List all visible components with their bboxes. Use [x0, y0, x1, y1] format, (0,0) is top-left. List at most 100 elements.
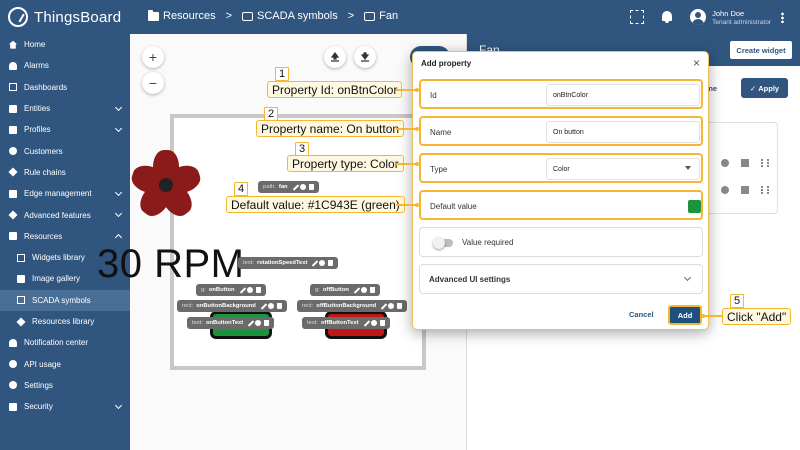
- name-field: Name On button: [419, 116, 703, 146]
- app-logo[interactable]: ThingsBoard: [0, 7, 130, 27]
- sidebar-item-advanced-features[interactable]: Advanced features: [0, 204, 130, 225]
- zoom-out-button[interactable]: −: [142, 72, 164, 94]
- sidebar-item-security[interactable]: Security: [0, 396, 130, 417]
- sidebar-item-label: Profiles: [24, 125, 51, 135]
- name-input[interactable]: On button: [546, 121, 700, 143]
- add-button[interactable]: Add: [668, 305, 702, 325]
- element-chip-text-off-button[interactable]: text: offButtonText: [302, 317, 390, 329]
- breadcrumb-label: SCADA symbols: [257, 10, 338, 22]
- trash-icon[interactable]: [328, 260, 334, 266]
- sidebar-item-home[interactable]: Home: [0, 34, 130, 55]
- color-swatch[interactable]: [688, 200, 701, 213]
- id-input[interactable]: onBtnColor: [546, 84, 700, 106]
- edit-icon[interactable]: [312, 259, 319, 267]
- element-chip-rect-off-background[interactable]: rect: offButtonBackground: [297, 300, 408, 312]
- dropdown-arrow-icon[interactable]: [685, 166, 691, 170]
- breadcrumb-fan: Fan: [364, 10, 398, 22]
- chip-kind: g:: [201, 287, 206, 293]
- callout-step-2: Property name: On button: [256, 120, 405, 137]
- gear-icon[interactable]: [388, 303, 395, 309]
- gear-icon[interactable]: [246, 287, 253, 293]
- trash-icon[interactable]: [308, 184, 314, 190]
- trash-icon[interactable]: [741, 159, 749, 167]
- edit-icon[interactable]: [353, 286, 361, 294]
- chip-kind: rect:: [182, 303, 194, 309]
- element-chip-g-off-button[interactable]: g: offButton: [310, 284, 380, 296]
- advanced-icon: [8, 210, 18, 220]
- user-info[interactable]: John Doe Tenant administrator: [712, 9, 771, 26]
- edit-icon[interactable]: [363, 319, 370, 327]
- sidebar-item-scada-symbols[interactable]: SCADA symbols: [0, 289, 130, 311]
- apply-button[interactable]: ✓ Apply: [741, 78, 788, 98]
- download-button[interactable]: [354, 46, 376, 68]
- breadcrumb-label: Resources: [163, 10, 216, 22]
- sidebar-item-entities[interactable]: Entities: [0, 98, 130, 119]
- step-number: 5: [730, 294, 744, 308]
- gear-icon[interactable]: [255, 320, 262, 326]
- sidebar-item-edge-management[interactable]: Edge management: [0, 183, 130, 204]
- gear-icon[interactable]: [721, 159, 729, 167]
- step-number: 3: [295, 142, 309, 156]
- element-chip-rect-on-background[interactable]: rect: onButtonBackground: [177, 300, 287, 312]
- type-select[interactable]: Color: [546, 158, 700, 180]
- gear-icon[interactable]: [360, 287, 367, 293]
- drag-handle-icon[interactable]: [761, 159, 769, 167]
- cancel-button[interactable]: Cancel: [629, 310, 654, 319]
- value-required-toggle[interactable]: [433, 237, 453, 249]
- sidebar-item-alarms[interactable]: Alarms: [0, 55, 130, 76]
- sidebar-item-resources-library[interactable]: Resources library: [0, 311, 130, 332]
- sidebar-item-api-usage[interactable]: API usage: [0, 353, 130, 374]
- sidebar-item-customers[interactable]: Customers: [0, 140, 130, 161]
- trash-icon[interactable]: [397, 303, 403, 309]
- zoom-in-button[interactable]: +: [142, 46, 164, 68]
- advanced-ui-settings[interactable]: Advanced UI settings: [419, 264, 703, 294]
- sidebar-item-notification-center[interactable]: Notification center: [0, 332, 130, 353]
- top-bar: ThingsBoard Resources > SCADA symbols > …: [0, 0, 800, 34]
- fullscreen-icon[interactable]: [630, 10, 645, 24]
- gear-icon[interactable]: [721, 186, 729, 194]
- step-number: 1: [275, 67, 289, 81]
- gear-icon[interactable]: [319, 260, 326, 266]
- drag-handle-icon[interactable]: [761, 186, 769, 194]
- chip-kind: rect:: [302, 303, 314, 309]
- profiles-icon: [9, 125, 17, 134]
- gear-icon[interactable]: [267, 303, 274, 309]
- callout-step-5: Click "Add": [722, 308, 792, 325]
- notifications-bell-icon[interactable]: [660, 10, 674, 24]
- user-avatar-icon[interactable]: [690, 9, 707, 25]
- sidebar-item-dashboards[interactable]: Dashboards: [0, 77, 130, 98]
- breadcrumb-scada-symbols[interactable]: SCADA symbols: [242, 10, 338, 22]
- breadcrumb-resources[interactable]: Resources: [148, 9, 216, 22]
- fan-graphic[interactable]: [128, 150, 204, 221]
- element-chip-g-on-button[interactable]: g: onButton: [196, 284, 266, 296]
- edit-icon[interactable]: [260, 302, 268, 310]
- callout-step-1: Property Id: onBtnColor: [267, 81, 403, 98]
- create-widget-button[interactable]: Create widget: [729, 40, 793, 60]
- edit-icon[interactable]: [381, 302, 388, 310]
- callout-step-4: Default value: #1C943E (green): [226, 196, 405, 213]
- widgets-icon: [17, 253, 25, 262]
- element-chip-rotation-speed[interactable]: text: rotationSpeedText: [238, 257, 339, 269]
- sidebar-item-settings[interactable]: Settings: [0, 375, 130, 396]
- sidebar-item-profiles[interactable]: Profiles: [0, 119, 130, 140]
- sidebar-item-rule-chains[interactable]: Rule chains: [0, 162, 130, 183]
- more-vert-icon[interactable]: [781, 11, 784, 23]
- trash-icon[interactable]: [741, 186, 749, 194]
- element-chip-path-fan[interactable]: path: fan: [258, 181, 319, 193]
- element-chip-text-on-button[interactable]: text: onButtonText: [187, 317, 275, 329]
- trash-icon[interactable]: [379, 320, 385, 326]
- trash-icon[interactable]: [369, 287, 375, 293]
- trash-icon[interactable]: [255, 287, 261, 293]
- edit-icon[interactable]: [239, 286, 246, 294]
- upload-button[interactable]: [324, 46, 346, 68]
- api-icon: [9, 360, 17, 369]
- edit-icon[interactable]: [292, 183, 299, 191]
- close-icon[interactable]: ×: [693, 56, 700, 70]
- gear-icon[interactable]: [370, 320, 377, 326]
- edit-icon[interactable]: [248, 319, 255, 327]
- gear-icon[interactable]: [299, 184, 306, 190]
- trash-icon[interactable]: [276, 303, 282, 309]
- trash-icon[interactable]: [264, 320, 270, 326]
- chevron-down-icon: [114, 103, 123, 111]
- chip-kind: text:: [243, 260, 254, 266]
